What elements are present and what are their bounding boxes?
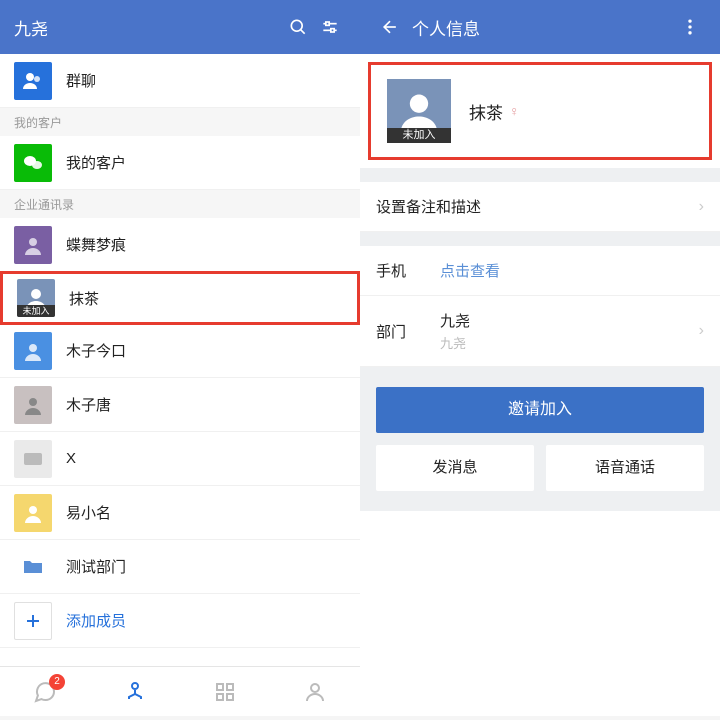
contacts-pane: 九尧 群聊 我的客户 我的客户 企业通讯录 蝶舞梦痕未加入 抹茶木子今口木子唐 X 易…	[0, 0, 360, 716]
contact-avatar: 未加入	[17, 279, 55, 317]
contact-row[interactable]: 蝶舞梦痕	[0, 218, 360, 272]
profile-name: 抹茶	[469, 99, 503, 124]
contact-row[interactable]: 易小名	[0, 486, 360, 540]
add-icon	[14, 602, 52, 640]
profile-card[interactable]: 未加入 抹茶 ♀	[371, 65, 709, 157]
remark-label: 设置备注和描述	[376, 196, 699, 217]
remark-row[interactable]: 设置备注和描述 ›	[360, 182, 720, 232]
dept-val: 九尧	[440, 310, 699, 331]
chevron-right-icon: ›	[699, 198, 704, 216]
voice-call-button[interactable]: 语音通话	[546, 445, 704, 491]
contact-row[interactable]: 木子唐	[0, 378, 360, 432]
contact-name: 易小名	[66, 502, 111, 523]
action-area: 邀请加入 发消息 语音通话	[360, 367, 720, 511]
phone-val[interactable]: 点击查看	[440, 260, 704, 281]
contact-list: 群聊 我的客户 我的客户 企业通讯录 蝶舞梦痕未加入 抹茶木子今口木子唐 X 易小名测…	[0, 54, 360, 666]
nav-contacts[interactable]	[117, 674, 153, 710]
not-joined-badge: 未加入	[17, 305, 55, 317]
contact-name: 木子今口	[66, 340, 126, 361]
contact-avatar	[14, 386, 52, 424]
phone-key: 手机	[376, 260, 440, 281]
myclients-label: 我的客户	[66, 152, 126, 173]
dept-sub: 九尧	[440, 333, 699, 352]
contact-row[interactable]: X	[0, 432, 360, 486]
contact-name: 抹茶	[69, 288, 99, 309]
groupchat-label: 群聊	[66, 70, 96, 91]
bottom-nav: 2	[0, 666, 360, 716]
more-icon[interactable]	[674, 11, 706, 43]
appbar-left: 九尧	[0, 0, 360, 54]
dept-row[interactable]: 部门 九尧 九尧 ›	[360, 296, 720, 367]
groupchat-row[interactable]: 群聊	[0, 54, 360, 108]
search-icon[interactable]	[282, 11, 314, 43]
section-myclients: 我的客户	[0, 108, 360, 136]
contact-row[interactable]: 木子今口	[0, 324, 360, 378]
wechat-icon	[14, 144, 52, 182]
profile-title: 个人信息	[412, 15, 480, 40]
section-orgdir: 企业通讯录	[0, 190, 360, 218]
profile-avatar[interactable]: 未加入	[387, 79, 451, 143]
app-title: 九尧	[14, 15, 48, 40]
contact-avatar	[14, 440, 52, 478]
nav-badge: 2	[49, 674, 65, 690]
contact-name: X	[66, 450, 76, 467]
chevron-right-icon: ›	[699, 322, 704, 340]
dept-key: 部门	[376, 321, 440, 342]
invite-button[interactable]: 邀请加入	[376, 387, 704, 433]
appbar-right: 个人信息	[360, 0, 720, 54]
gender-icon: ♀	[509, 103, 520, 119]
profile-pane: 个人信息 未加入 抹茶 ♀ 设置备注和描述 › 手机 点击查看 部门 九尧	[360, 0, 720, 716]
add-member-label: 添加成员	[66, 610, 126, 631]
contact-avatar	[14, 332, 52, 370]
contact-avatar	[14, 548, 52, 586]
nav-chats[interactable]: 2	[27, 674, 63, 710]
contact-row[interactable]: 测试部门	[0, 540, 360, 594]
phone-row[interactable]: 手机 点击查看	[360, 246, 720, 296]
contact-name: 蝶舞梦痕	[66, 234, 126, 255]
add-member-row[interactable]: 添加成员	[0, 594, 360, 648]
contact-name: 木子唐	[66, 394, 111, 415]
profile-card-highlight: 未加入 抹茶 ♀	[368, 62, 712, 160]
contact-name: 测试部门	[66, 556, 126, 577]
contact-avatar	[14, 226, 52, 264]
send-message-button[interactable]: 发消息	[376, 445, 534, 491]
nav-workspace[interactable]	[207, 674, 243, 710]
nav-me[interactable]	[297, 674, 333, 710]
settings-filter-icon[interactable]	[314, 11, 346, 43]
not-joined-badge: 未加入	[387, 128, 451, 143]
groupchat-icon	[14, 62, 52, 100]
contact-row[interactable]: 未加入 抹茶	[0, 271, 360, 325]
contact-avatar	[14, 494, 52, 532]
myclients-row[interactable]: 我的客户	[0, 136, 360, 190]
back-icon[interactable]	[374, 11, 406, 43]
member-count: 共8人，1人未加入	[0, 648, 360, 666]
